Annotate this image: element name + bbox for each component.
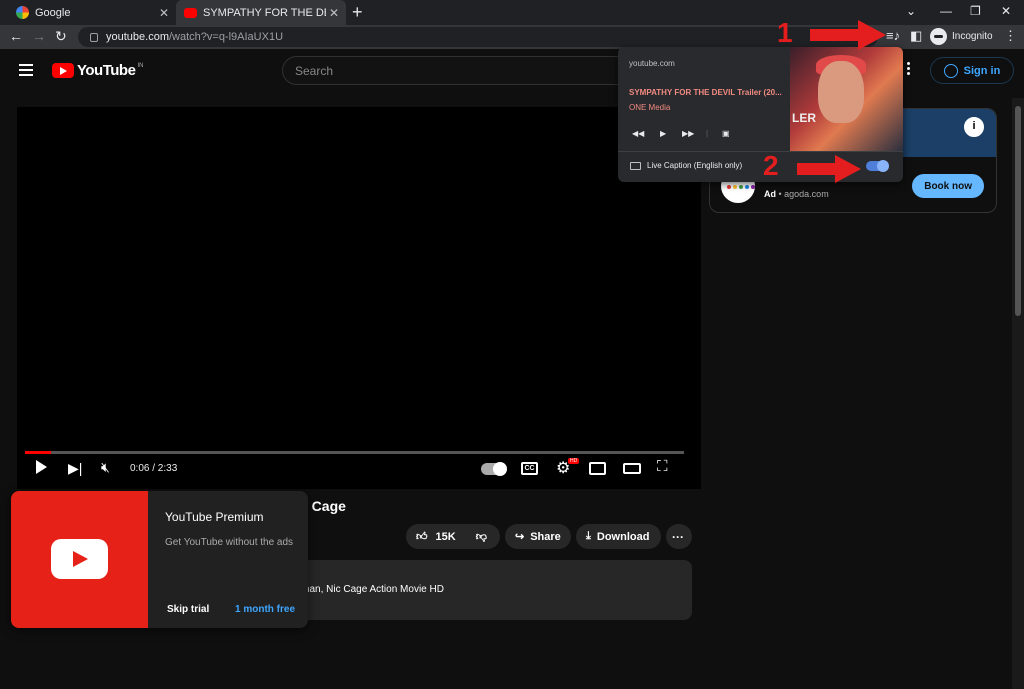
close-tab-icon[interactable]: ✕ [326, 6, 342, 20]
hd-badge: HD [568, 458, 580, 464]
tab-search-chevron-icon[interactable]: ⌄ [906, 4, 916, 18]
fullscreen-icon[interactable]: ⛶ [657, 458, 668, 475]
premium-subtitle: Get YouTube without the ads [165, 537, 294, 548]
tab-youtube-video[interactable]: SYMPATHY FOR THE DEVIL Trailer ✕ [176, 0, 346, 25]
play-icon [36, 460, 47, 474]
sign-in-label: Sign in [963, 64, 1001, 77]
minimize-icon[interactable]: — [940, 4, 952, 18]
video-player[interactable] [17, 107, 701, 489]
seek-forward-icon[interactable]: ▶▶ [682, 129, 694, 138]
page-scrollbar[interactable] [1012, 98, 1024, 689]
google-favicon-icon [16, 6, 29, 19]
live-caption-icon [630, 162, 641, 170]
restore-icon[interactable]: ❐ [970, 4, 981, 18]
next-icon[interactable]: ▶| [68, 460, 82, 477]
side-panel-icon[interactable]: ◧ [910, 28, 922, 44]
address-bar[interactable]: youtube.com/watch?v=q-l9AIaUX1U [78, 27, 878, 47]
theater-mode-icon[interactable] [623, 463, 641, 474]
seek-back-icon[interactable]: ◀◀ [632, 129, 644, 138]
picture-in-picture-icon[interactable]: ▣ [722, 129, 730, 138]
media-source-domain: youtube.com [629, 59, 675, 68]
url-host: youtube.com [106, 31, 169, 43]
info-icon[interactable]: i [964, 117, 984, 137]
book-now-button[interactable]: Book now [912, 174, 984, 198]
download-label: Download [596, 530, 650, 543]
media-artist: ONE Media [629, 103, 671, 112]
artwork-text: LER [792, 111, 816, 125]
annotation-arrow-2-icon [797, 155, 861, 183]
share-label: Share [530, 530, 561, 543]
more-actions-icon[interactable]: ··· [666, 524, 692, 549]
annotation-arrow-1-icon [810, 20, 886, 50]
incognito-icon [930, 28, 947, 45]
reload-icon[interactable]: ↻ [55, 28, 67, 45]
progress-fill [25, 451, 52, 454]
autoplay-toggle[interactable] [481, 462, 507, 476]
media-control-icon[interactable]: ≡♪ [886, 28, 900, 43]
progress-bar[interactable] [25, 451, 684, 454]
mute-icon[interactable]: 🔇︎ [101, 459, 110, 476]
premium-banner [11, 491, 148, 628]
sign-in-button[interactable]: Sign in [930, 57, 1014, 84]
description-box[interactable]: naman, Nic Cage Action Movie HD [290, 560, 692, 620]
ad-domain: agoda.com [784, 189, 829, 199]
live-caption-toggle[interactable] [866, 160, 889, 172]
play-button[interactable] [36, 460, 47, 474]
account-icon [943, 63, 958, 78]
hamburger-menu-icon[interactable] [19, 64, 33, 76]
logo-wordmark: YouTube [77, 62, 136, 79]
youtube-premium-promo: YouTube Premium Get YouTube without the … [11, 491, 308, 628]
search-input[interactable]: Search [282, 56, 622, 85]
media-separator: | [706, 129, 709, 138]
one-month-free-button[interactable]: 1 month free [235, 604, 295, 615]
share-button[interactable]: ↪ Share [505, 524, 571, 549]
forward-icon[interactable]: → [32, 28, 46, 44]
back-icon[interactable]: ← [9, 28, 23, 44]
media-title: SYMPATHY FOR THE DEVIL Trailer (20... [629, 88, 782, 97]
description-text: naman, Nic Cage Action Movie HD [290, 584, 444, 595]
lock-icon [90, 32, 98, 42]
media-artwork: LER [790, 47, 903, 151]
close-tab-icon[interactable]: ✕ [156, 6, 172, 20]
youtube-play-logo-icon [52, 63, 74, 78]
profile-label: Incognito [952, 31, 993, 42]
captions-icon[interactable]: CC [521, 462, 538, 475]
close-window-icon[interactable]: ✕ [1001, 4, 1011, 18]
country-code: IN [137, 62, 144, 69]
more-options-icon[interactable] [907, 62, 911, 77]
annotation-step-1: 1 [777, 17, 793, 48]
thumbs-up-icon: 👍︎ [416, 531, 428, 543]
media-play-icon[interactable]: ▶ [660, 129, 666, 138]
download-icon: ⤓ [586, 530, 591, 542]
live-caption-label: Live Caption (English only) [647, 161, 743, 170]
ad-meta: Ad • agoda.com [764, 189, 829, 199]
skip-trial-button[interactable]: Skip trial [167, 604, 209, 615]
premium-title: YouTube Premium [165, 510, 264, 524]
artwork-face [818, 61, 864, 123]
youtube-play-icon [51, 539, 108, 579]
youtube-favicon-icon [184, 7, 197, 18]
time-display: 0:06 / 2:33 [130, 463, 178, 474]
chrome-menu-icon[interactable]: ⋮ [1004, 28, 1017, 44]
youtube-logo[interactable]: YouTube IN [52, 62, 143, 79]
like-count: 15K [435, 530, 456, 543]
thumbs-down-icon: 👎︎ [475, 531, 487, 543]
annotation-step-2: 2 [763, 150, 779, 181]
tab-google[interactable]: Google ✕ [8, 0, 176, 25]
new-tab-icon[interactable]: + [352, 2, 363, 23]
agoda-dots-icon [727, 185, 755, 189]
search-placeholder: Search [295, 64, 334, 78]
url-path: /watch?v=q-l9AIaUX1U [168, 31, 284, 43]
like-button[interactable]: 👍︎ 15K 👎︎ [406, 524, 500, 549]
tab-title: Google [35, 6, 71, 19]
share-icon: ↪ [515, 531, 525, 543]
ad-label: Ad [764, 189, 776, 199]
incognito-profile[interactable]: Incognito [930, 28, 993, 45]
miniplayer-icon[interactable] [589, 462, 606, 475]
media-divider [618, 151, 903, 152]
download-button[interactable]: ⤓ Download [576, 524, 661, 549]
scrollbar-thumb[interactable] [1015, 106, 1021, 316]
tab-title: SYMPATHY FOR THE DEVIL Trailer [203, 6, 326, 19]
